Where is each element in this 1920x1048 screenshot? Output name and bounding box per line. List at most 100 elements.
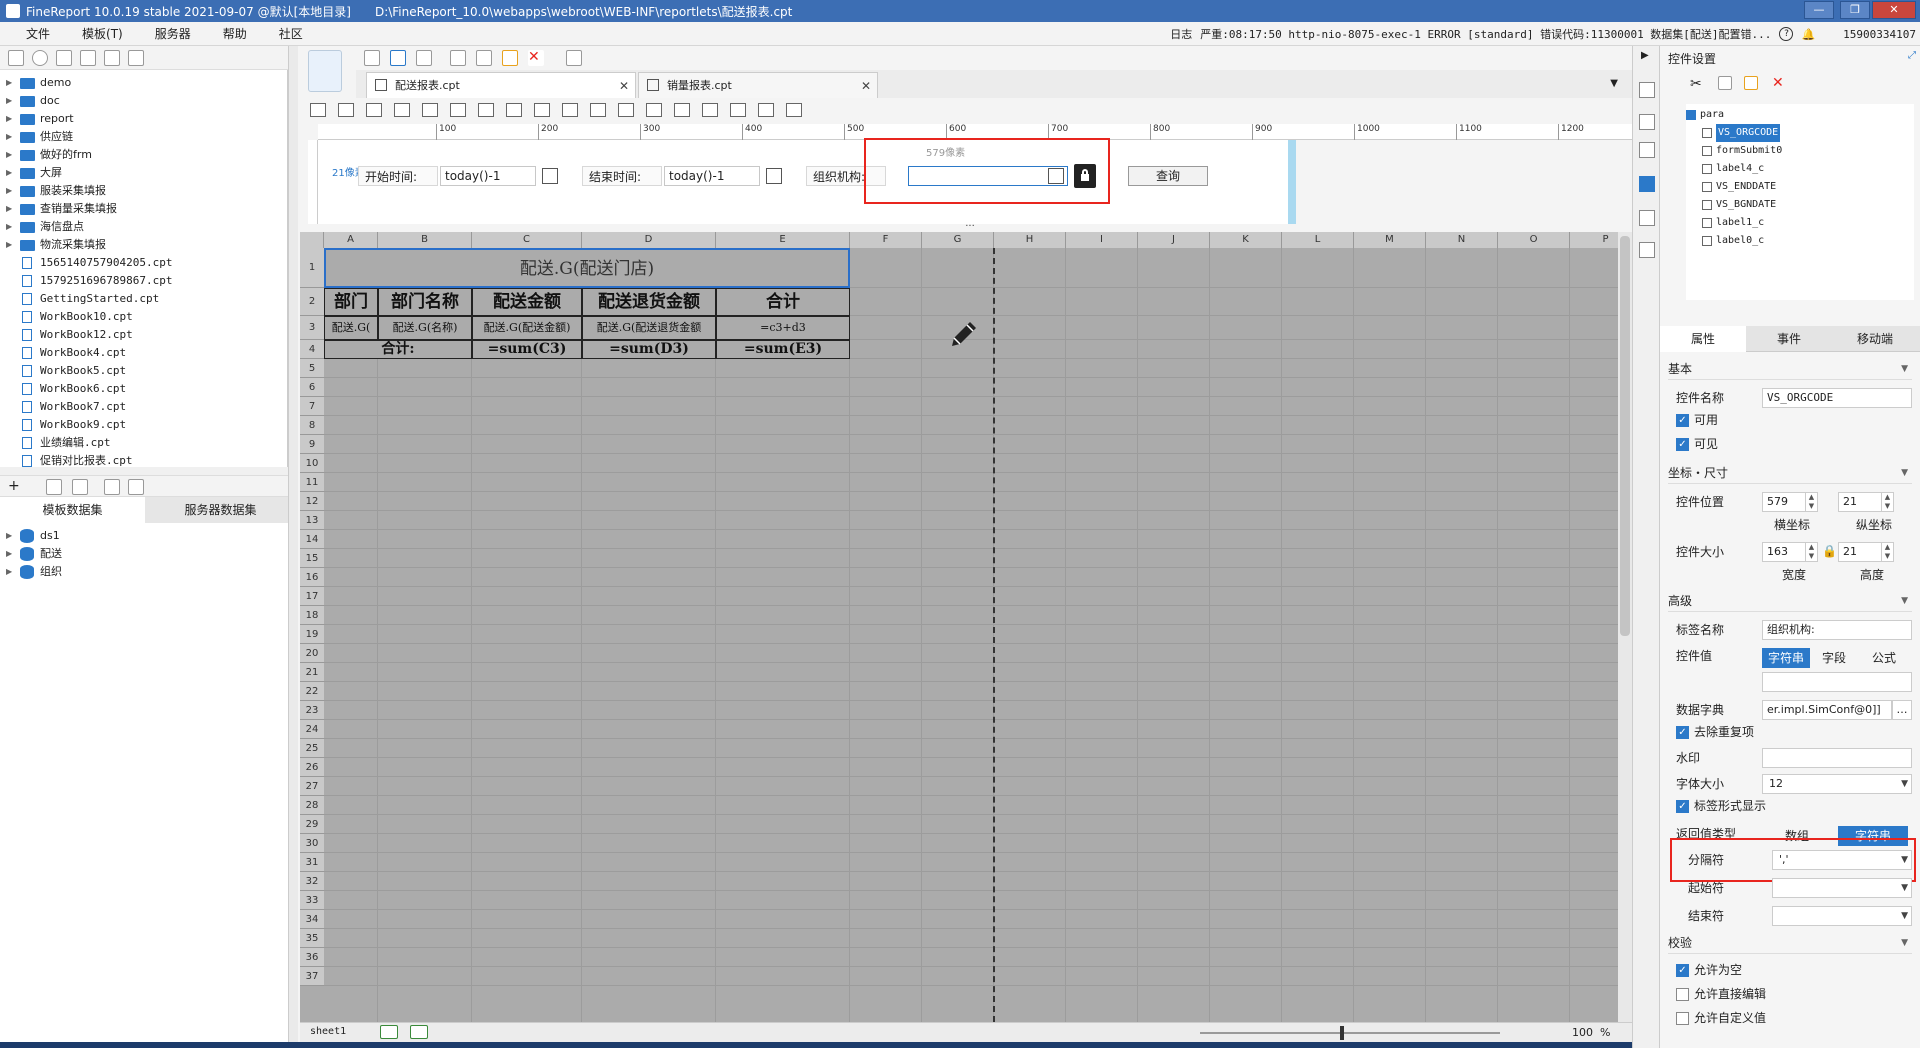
start-time-label[interactable]: 开始时间: <box>358 166 438 186</box>
row-header[interactable]: 21 <box>300 663 324 682</box>
row-header[interactable]: 17 <box>300 587 324 606</box>
end-time-field[interactable]: today()-1 <box>664 166 760 186</box>
copy-icon[interactable] <box>128 50 144 66</box>
new-folder-icon[interactable] <box>8 50 24 66</box>
section-verify[interactable]: 校验 ▼ <box>1668 932 1912 954</box>
column-header[interactable]: L <box>1282 232 1354 248</box>
close-window-button[interactable]: ✕ <box>1872 1 1916 19</box>
more-icon[interactable]: … <box>1892 700 1912 720</box>
save-icon[interactable] <box>364 50 380 66</box>
widget-type-icon[interactable] <box>646 103 662 117</box>
cell-element-icon[interactable] <box>1639 82 1655 98</box>
tree-folder[interactable]: ▶ 物流采集填报 <box>0 236 286 254</box>
allow-empty-checkbox[interactable]: ✓ <box>1676 964 1689 977</box>
section-advanced[interactable]: 高级 ▼ <box>1668 590 1912 612</box>
column-header[interactable]: M <box>1354 232 1426 248</box>
name-input[interactable]: VS_ORGCODE <box>1762 388 1912 408</box>
column-header[interactable]: C <box>472 232 582 248</box>
widget-tree-item[interactable]: label4_c <box>1702 160 1902 178</box>
row-header[interactable]: 22 <box>300 682 324 701</box>
row-header[interactable]: 16 <box>300 568 324 587</box>
start-char-select[interactable]: ▼ <box>1772 878 1912 898</box>
row-header[interactable]: 20 <box>300 644 324 663</box>
add-sheet-icon[interactable] <box>380 1025 398 1039</box>
ratio-lock-icon[interactable]: 🔒 <box>1822 544 1837 558</box>
hyperlink-icon[interactable] <box>1639 242 1655 258</box>
widget-tree-item[interactable]: para <box>1686 106 1886 124</box>
header-cell[interactable]: 部门名称 <box>378 288 472 316</box>
column-header[interactable]: I <box>1066 232 1138 248</box>
watermark-input[interactable] <box>1762 748 1912 768</box>
calendar-icon[interactable] <box>542 168 558 184</box>
data-cell[interactable]: 配送.G(名称) <box>378 316 472 340</box>
row-header[interactable]: 11 <box>300 473 324 492</box>
row-header[interactable]: 28 <box>300 796 324 815</box>
spinner-arrows-icon[interactable]: ▲ ▼ <box>1805 543 1817 561</box>
delete-widget-icon[interactable]: ✕ <box>1772 76 1786 90</box>
tree-file[interactable]: WorkBook4.cpt <box>0 344 286 362</box>
locate-icon[interactable] <box>80 50 96 66</box>
row-header[interactable]: 36 <box>300 948 324 967</box>
edit-icon[interactable] <box>46 479 62 495</box>
data-cell[interactable]: 配送.G(配送退货金额 <box>582 316 716 340</box>
chevron-right-icon[interactable]: ▶ <box>6 164 12 182</box>
tree-file[interactable]: WorkBook5.cpt <box>0 362 286 380</box>
chevron-right-icon[interactable]: ▶ <box>6 110 12 128</box>
widget-type-icon[interactable] <box>506 103 522 117</box>
tree-folder[interactable]: ▶ doc <box>0 92 286 110</box>
tab-server-dataset[interactable]: 服务器数据集 <box>148 497 293 523</box>
chevron-right-icon[interactable]: ▶ <box>6 182 12 200</box>
query-button[interactable]: 查询 <box>1128 166 1208 186</box>
zoom-thumb[interactable] <box>1340 1026 1344 1040</box>
row-header[interactable]: 13 <box>300 511 324 530</box>
chevron-right-icon[interactable]: ▶ <box>6 74 12 92</box>
row-header[interactable]: 14 <box>300 530 324 549</box>
column-header[interactable]: N <box>1426 232 1498 248</box>
tab-template-dataset[interactable]: 模板数据集 <box>0 497 145 523</box>
cut-icon[interactable] <box>450 50 466 66</box>
cut-widget-icon[interactable]: ✂ <box>1690 76 1704 92</box>
widget-type-icon[interactable] <box>450 103 466 117</box>
total-cell[interactable]: =sum(D3) <box>582 340 716 359</box>
header-cell[interactable]: 配送金额 <box>472 288 582 316</box>
tree-folder[interactable]: ▶ 供应链 <box>0 128 286 146</box>
widget-tree-item[interactable]: formSubmit0 <box>1702 142 1902 160</box>
row-header[interactable]: 7 <box>300 397 324 416</box>
copy-widget-icon[interactable] <box>1718 76 1732 90</box>
row-header[interactable]: 25 <box>300 739 324 758</box>
chevron-right-icon[interactable]: ▶ <box>6 545 12 563</box>
redo-icon[interactable] <box>416 50 432 66</box>
widget-value-input[interactable] <box>1762 672 1912 692</box>
widget-tree-item[interactable]: label0_c <box>1702 232 1902 250</box>
row-header[interactable]: 6 <box>300 378 324 397</box>
row-header[interactable]: 8 <box>300 416 324 435</box>
tab-mobile[interactable]: 移动端 <box>1832 326 1918 352</box>
widget-type-icon[interactable] <box>562 103 578 117</box>
end-time-label[interactable]: 结束时间: <box>582 166 662 186</box>
menu-template[interactable]: 模板(T) <box>82 25 123 42</box>
tab-list-icon[interactable]: ▼ <box>1610 78 1618 89</box>
tree-file[interactable]: 1579251696789867.cpt <box>0 272 286 290</box>
widget-tree-item[interactable]: VS_BGNDATE <box>1702 196 1902 214</box>
total-cell[interactable]: =sum(E3) <box>716 340 850 359</box>
tree-file[interactable]: WorkBook7.cpt <box>0 398 286 416</box>
tagform-checkbox[interactable]: ✓ <box>1676 800 1689 813</box>
tree-file[interactable]: WorkBook6.cpt <box>0 380 286 398</box>
spinner-arrows-icon[interactable]: ▲ ▼ <box>1881 543 1893 561</box>
widget-type-icon[interactable] <box>534 103 550 117</box>
spreadsheet[interactable]: A B C D E F G H I J K L M N O P 1 2 3 4 5 6 7 8 9 10 11 12 13 14 15 16 1… <box>300 232 1632 1022</box>
tree-file[interactable]: GettingStarted.cpt <box>0 290 286 308</box>
row-header[interactable]: 33 <box>300 891 324 910</box>
widget-tree-item[interactable]: label1_c <box>1702 214 1902 232</box>
maximize-button[interactable]: ❐ <box>1840 1 1870 19</box>
spinner-arrows-icon[interactable]: ▲ ▼ <box>1881 493 1893 511</box>
menu-help[interactable]: 帮助 <box>223 25 247 42</box>
help-icon[interactable]: ? <box>1779 27 1794 41</box>
widget-tree-item[interactable]: VS_ENDDATE <box>1702 178 1902 196</box>
column-header[interactable]: G <box>922 232 994 248</box>
row-header[interactable]: 32 <box>300 872 324 891</box>
fontsize-select[interactable]: 12 ▼ <box>1762 774 1912 794</box>
delete-icon[interactable] <box>104 50 120 66</box>
widget-type-icon[interactable] <box>730 103 746 117</box>
add-dataset-icon[interactable]: + <box>8 479 24 495</box>
